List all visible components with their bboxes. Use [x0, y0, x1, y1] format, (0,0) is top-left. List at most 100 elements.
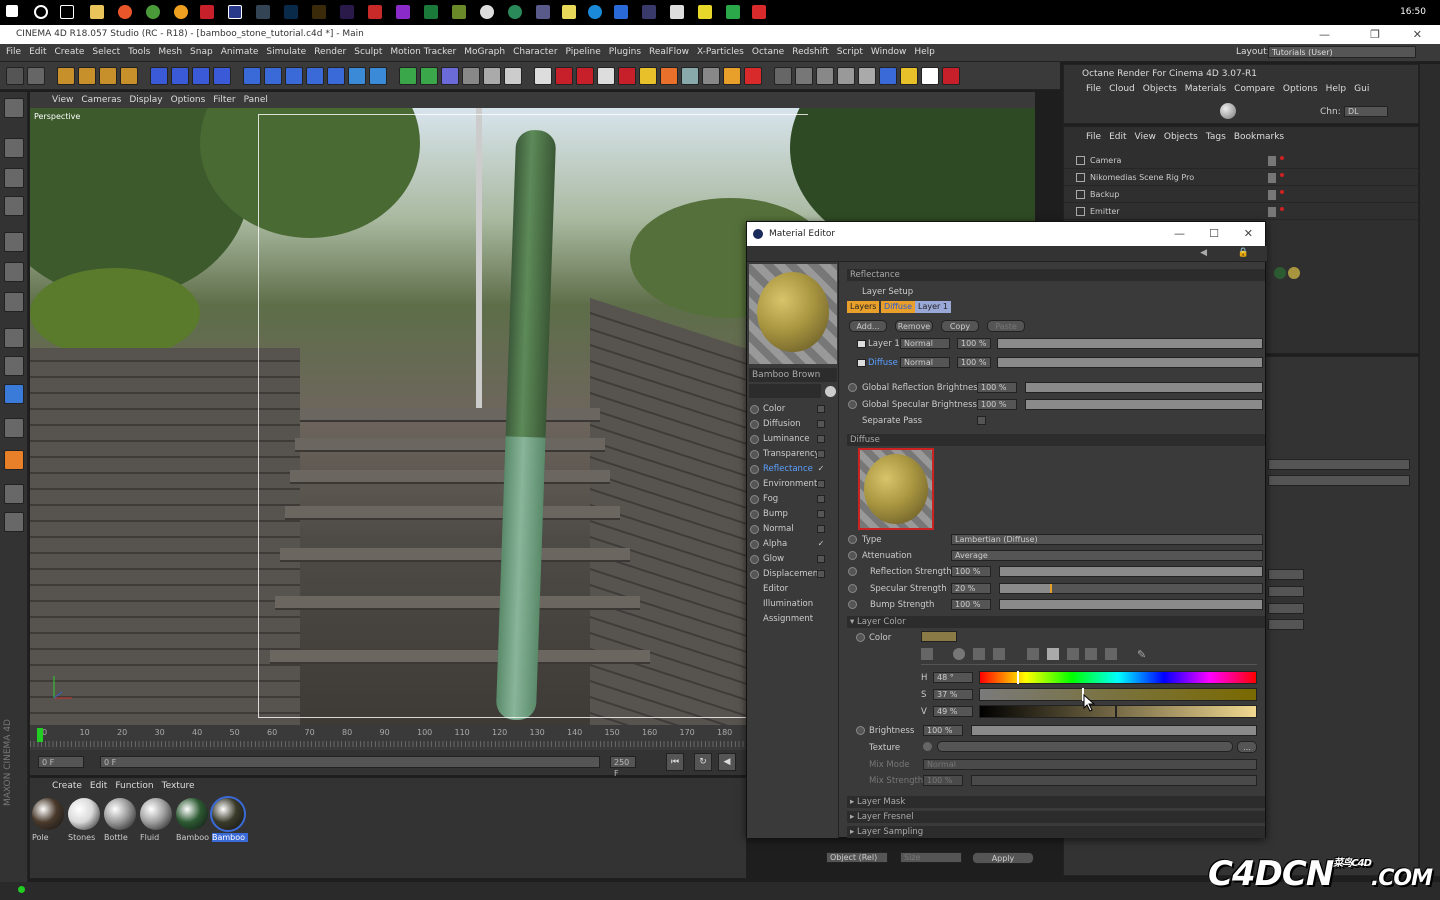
attribute-field[interactable] [1268, 586, 1304, 597]
timeline-ruler[interactable]: 0 10 20 30 40 50 60 70 80 90 100 110 120 130 140 150 160… [30, 725, 746, 750]
object-row[interactable]: Backup [1064, 187, 1418, 203]
system-clock[interactable]: 16:50 [1400, 7, 1426, 17]
channel-radio[interactable] [750, 480, 759, 489]
octane-menu-help[interactable]: Help [1322, 84, 1351, 94]
channel-luminance[interactable]: Luminance [763, 434, 810, 444]
menu-tools[interactable]: Tools [124, 44, 154, 57]
channel-fog[interactable]: Fog [763, 494, 778, 504]
animation-radio[interactable] [848, 584, 857, 593]
menu-help[interactable]: Help [910, 44, 939, 57]
channel-environment[interactable]: Environment [763, 479, 817, 489]
toolbar-tool-icon[interactable] [576, 67, 594, 85]
channel-checkbox[interactable] [817, 480, 825, 488]
material-menu-edit[interactable]: Edit [86, 781, 111, 791]
channel-radio[interactable] [750, 570, 759, 579]
hsv-mode-icon[interactable] [1047, 648, 1059, 660]
layer-opacity-slider[interactable] [997, 357, 1263, 368]
material-menu-texture[interactable]: Texture [158, 781, 199, 791]
menu-script[interactable]: Script [833, 44, 867, 57]
channel-radio[interactable] [750, 420, 759, 429]
toolbar-tool-icon[interactable] [681, 67, 699, 85]
maximize-icon[interactable]: ☐ [1209, 227, 1219, 240]
menu-plugins[interactable]: Plugins [605, 44, 645, 57]
channel-dropdown[interactable]: DL [1344, 106, 1388, 117]
menu-window[interactable]: Window [867, 44, 911, 57]
collapsed-section-layer-sampling[interactable]: ▸ Layer Sampling [847, 826, 1265, 838]
material-tag-icon[interactable] [1288, 267, 1300, 279]
visibility-icon[interactable] [1268, 156, 1276, 166]
toolbar-tool-icon[interactable] [243, 67, 261, 85]
left-tool-icon[interactable] [4, 450, 24, 470]
toolbar-tool-icon[interactable] [723, 67, 741, 85]
color-swatch[interactable] [921, 631, 957, 642]
mix-strength-field[interactable]: 100 % [923, 775, 963, 786]
animation-radio[interactable] [848, 600, 857, 609]
toolbar-tool-icon[interactable] [264, 67, 282, 85]
channel-bump[interactable]: Bump [763, 509, 788, 519]
toolbar-tool-icon[interactable] [150, 67, 168, 85]
octane-menu-gui[interactable]: Gui [1350, 84, 1373, 94]
reflection-strength-field[interactable]: 100 % [951, 566, 991, 577]
playhead[interactable] [37, 728, 43, 742]
layer-visibility-icon[interactable] [857, 340, 866, 348]
visibility-icon[interactable] [1268, 190, 1276, 200]
channel-checkbox[interactable] [817, 420, 825, 428]
material-name-input[interactable] [749, 384, 821, 398]
material-name[interactable]: Stones [68, 833, 104, 842]
material-name[interactable]: Bamboo [176, 833, 212, 842]
viewport-menu-view[interactable]: View [48, 95, 77, 105]
render-dot-icon[interactable] [1280, 207, 1284, 211]
windows-start-icon[interactable] [6, 5, 18, 17]
animation-radio[interactable] [848, 567, 857, 576]
app-icon[interactable] [698, 5, 712, 19]
channel-illumination[interactable]: Illumination [763, 599, 813, 609]
toolbar-tool-icon[interactable] [900, 67, 918, 85]
left-tool-icon[interactable] [4, 196, 24, 216]
material-menu-create[interactable]: Create [48, 781, 86, 791]
layer-name[interactable]: Diffuse [868, 358, 898, 368]
toolbar-tool-icon[interactable] [483, 67, 501, 85]
menu-render[interactable]: Render [310, 44, 350, 57]
type-dropdown[interactable]: Lambertian (Diffuse) [951, 534, 1263, 545]
app-icon[interactable] [174, 5, 188, 19]
task-view-icon[interactable] [60, 5, 74, 19]
menu-octane[interactable]: Octane [748, 44, 788, 57]
material-name[interactable]: Bamboo [212, 833, 248, 842]
app-icon[interactable] [752, 5, 766, 19]
channel-assignment[interactable]: Assignment [763, 614, 813, 624]
toolbar-tool-icon[interactable] [618, 67, 636, 85]
octane-menu-file[interactable]: File [1082, 84, 1105, 94]
material-name[interactable]: Pole [32, 833, 68, 842]
animation-radio[interactable] [848, 400, 857, 409]
viewport-menu-filter[interactable]: Filter [209, 95, 239, 105]
menu-simulate[interactable]: Simulate [262, 44, 310, 57]
channel-checkbox[interactable] [817, 570, 825, 578]
layer-color-header[interactable]: ▾ Layer Color [847, 616, 1265, 628]
toolbar-tool-icon[interactable] [639, 67, 657, 85]
toolbar-tool-icon[interactable] [285, 67, 303, 85]
left-tool-icon[interactable] [4, 98, 24, 118]
back-arrow-icon[interactable]: ◀ [1200, 248, 1207, 258]
toolbar-tool-icon[interactable] [555, 67, 573, 85]
left-tool-icon[interactable] [4, 356, 24, 376]
toolbar-tool-icon[interactable] [837, 67, 855, 85]
specular-strength-slider[interactable] [999, 583, 1263, 594]
viewport-menu-panel[interactable]: Panel [240, 95, 272, 105]
menu-mesh[interactable]: Mesh [154, 44, 186, 57]
acrobat-icon[interactable] [200, 5, 214, 19]
channel-radio[interactable] [750, 525, 759, 534]
material-name[interactable]: Fluid [140, 833, 176, 842]
app-icon[interactable] [256, 5, 270, 19]
channel-radio[interactable] [750, 495, 759, 504]
toolbar-tool-icon[interactable] [420, 67, 438, 85]
object-menu-edit[interactable]: Edit [1105, 132, 1130, 142]
toolbar-tool-icon[interactable] [774, 67, 792, 85]
channel-checkbox[interactable]: ✓ [817, 465, 825, 473]
toolbar-tool-icon[interactable] [192, 67, 210, 85]
object-menu-tags[interactable]: Tags [1202, 132, 1230, 142]
toolbar-tool-icon[interactable] [462, 67, 480, 85]
lock-icon[interactable]: 🔒 [1238, 248, 1249, 258]
saturation-slider[interactable] [979, 688, 1257, 701]
specular-strength-field[interactable]: 20 % [951, 583, 991, 594]
channel-radio[interactable] [750, 510, 759, 519]
